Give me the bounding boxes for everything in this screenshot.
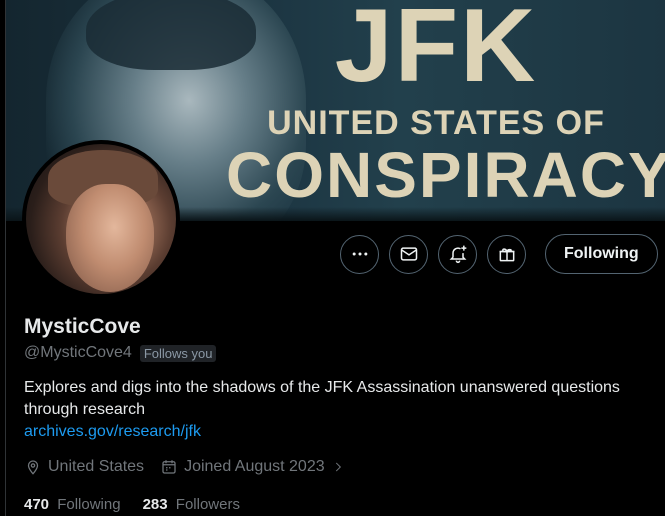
followers-count: 283: [142, 496, 168, 513]
following-label: Following: [57, 496, 121, 513]
followers-label: Followers: [175, 496, 240, 513]
avatar[interactable]: [22, 140, 180, 298]
display-name: MysticCove: [24, 315, 141, 338]
calendar-icon: [162, 460, 176, 474]
user-handle: @MysticCove4: [24, 344, 132, 361]
subscribe-button[interactable]: [487, 234, 526, 274]
profile-actions: Following: [340, 234, 658, 274]
banner-main-title: CONSPIRACY: [226, 139, 665, 211]
following-count: 470: [24, 496, 50, 513]
banner-subtitle: UNITED STATES OF: [267, 104, 605, 142]
location-text: United States: [48, 458, 145, 475]
more-button[interactable]: [340, 234, 379, 274]
chevron-right-icon: [335, 462, 341, 472]
bio: Explores and digs into the shadows of th…: [24, 377, 624, 443]
message-button[interactable]: [389, 234, 428, 274]
notifications-button[interactable]: [438, 234, 477, 274]
follows-you-badge: Follows you: [139, 344, 217, 362]
gift-icon: [499, 248, 514, 262]
more-icon: [352, 252, 367, 256]
following-button[interactable]: Following: [545, 234, 658, 274]
follow-stats: 470 Following 283 Followers: [24, 496, 240, 513]
following-stat[interactable]: 470 Following: [24, 496, 121, 513]
avatar-face: [66, 184, 154, 292]
bio-text: Explores and digs into the shadows of th…: [24, 379, 620, 418]
join-date-text: Joined August 2023: [184, 458, 325, 475]
mail-icon: [400, 247, 417, 261]
followers-stat[interactable]: 283 Followers: [143, 496, 240, 513]
bell-plus-icon: [449, 245, 466, 264]
banner-title: JFK: [334, 0, 538, 104]
profile-meta: United States Joined August 2023: [24, 458, 361, 476]
bio-link[interactable]: archives.gov/research/jfk: [24, 421, 624, 443]
location: United States: [24, 458, 144, 476]
join-date[interactable]: Joined August 2023: [160, 458, 345, 476]
banner-text: JFK UNITED STATES OF CONSPIRACY: [226, 0, 665, 211]
location-pin-icon: [27, 460, 39, 475]
handle-row: @MysticCove4 Follows you: [24, 344, 217, 362]
